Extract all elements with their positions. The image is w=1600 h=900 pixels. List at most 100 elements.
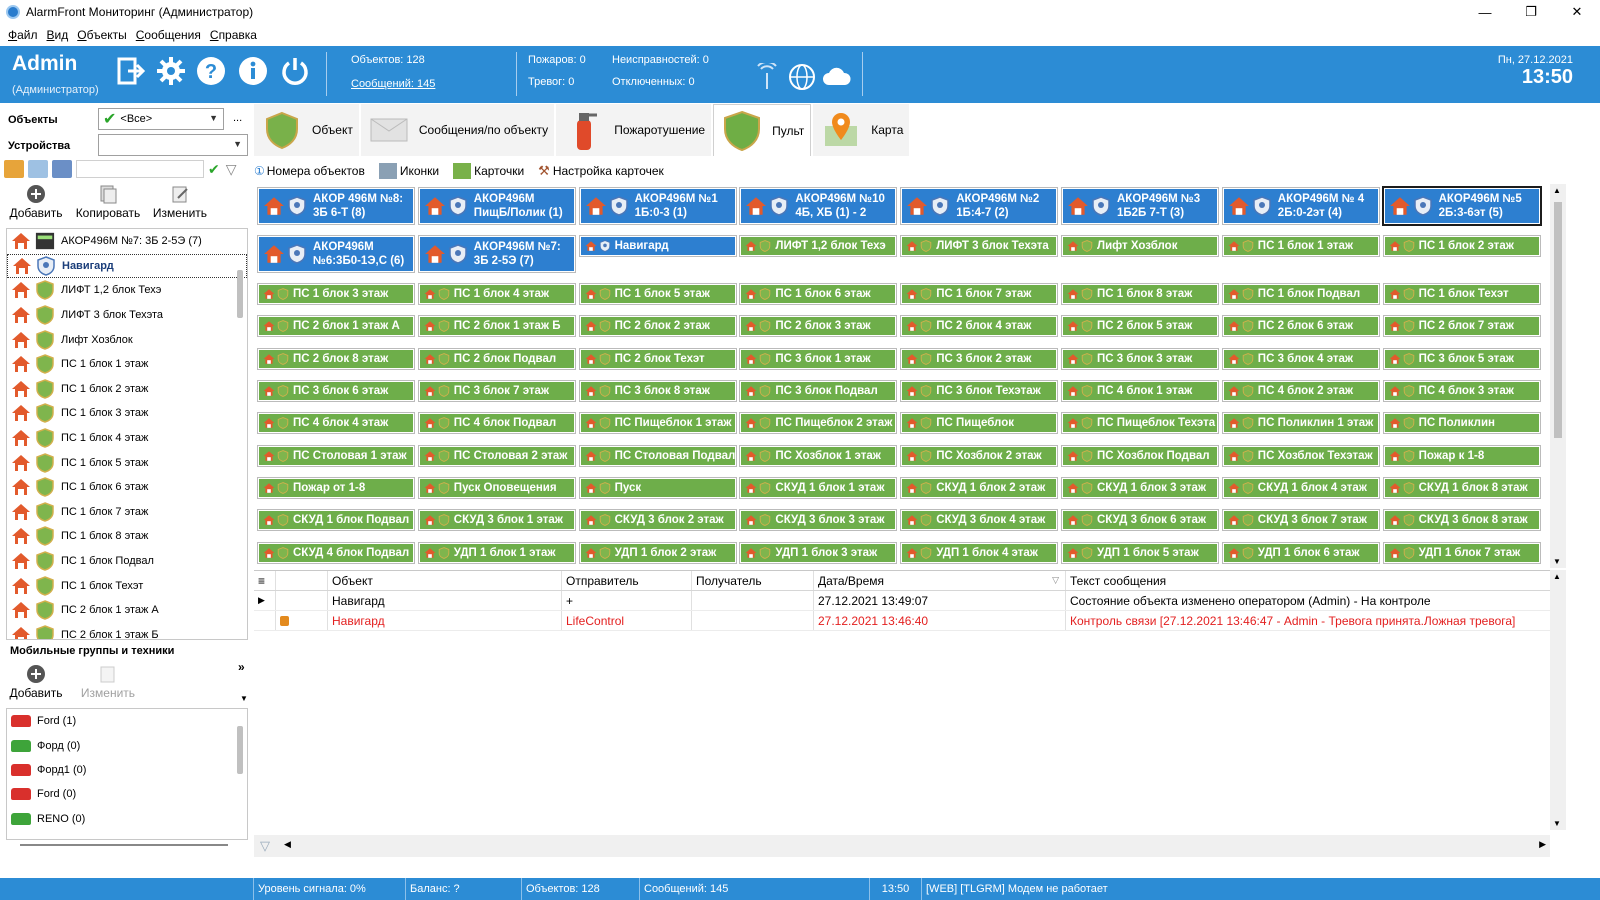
close-button[interactable]: ✕ <box>1554 0 1600 24</box>
object-card[interactable]: СКУД 3 блок 6 этаж <box>1062 510 1218 530</box>
object-card[interactable]: ПС Хозблок Подвал <box>1062 446 1218 466</box>
log-col-text[interactable]: Текст сообщения <box>1066 571 1546 590</box>
maximize-button[interactable]: ❐ <box>1508 0 1554 24</box>
object-card[interactable]: ПС 4 блок 3 этаж <box>1383 381 1540 401</box>
menu-help[interactable]: Справка <box>210 28 257 42</box>
scroll-up-icon[interactable]: ▲ <box>1553 572 1561 581</box>
scroll-right-icon[interactable]: ▶ <box>1539 839 1546 850</box>
log-col-sender[interactable]: Отправитель <box>562 571 692 590</box>
subtab-object-numbers[interactable]: ① Номера объектов <box>254 164 365 178</box>
object-card[interactable]: ПС 1 блок 6 этаж <box>740 284 897 304</box>
object-card[interactable]: ПС Поликлин <box>1383 413 1540 433</box>
log-col-receiver[interactable]: Получатель <box>692 571 814 590</box>
object-card[interactable]: ПС Пищеблок Техэта <box>1062 413 1218 433</box>
object-card[interactable]: СКУД 1 блок 2 этаж <box>901 478 1058 498</box>
object-card[interactable]: ПС 1 блок 4 этаж <box>418 284 575 304</box>
add-mobile-button[interactable]: Добавить <box>0 664 72 700</box>
object-card[interactable]: СКУД 3 блок 8 этаж <box>1383 510 1540 530</box>
tree-item[interactable]: ПС 1 блок 4 этаж <box>7 426 247 451</box>
object-card[interactable]: СКУД 1 блок 3 этаж <box>1062 478 1218 498</box>
tree-item[interactable]: ПС 1 блок 5 этаж <box>7 450 247 475</box>
object-card[interactable]: ПС 4 блок 1 этаж <box>1062 381 1218 401</box>
object-card[interactable]: ПС 1 блок 7 этаж <box>901 284 1058 304</box>
object-card[interactable]: ПС 2 блок 6 этаж <box>1222 316 1379 336</box>
object-card[interactable]: ПС 3 блок 3 этаж <box>1062 349 1218 369</box>
info-icon[interactable] <box>236 54 270 88</box>
tree-item[interactable]: ПС 1 блок 8 этаж <box>7 524 247 549</box>
object-card[interactable]: ПС 2 блок 2 этаж <box>579 316 736 336</box>
device-filter-icon[interactable] <box>28 160 48 178</box>
menu-objects[interactable]: Объекты <box>77 28 127 42</box>
object-card[interactable]: ПС 3 блок Техэтаж <box>901 381 1058 401</box>
object-card[interactable]: СКУД 3 блок 2 этаж <box>579 510 736 530</box>
tree-item[interactable]: ЛИФТ 3 блок Техэта <box>7 303 247 328</box>
log-scrollbar[interactable]: ▲ ▼ <box>1550 570 1566 830</box>
object-card[interactable]: ПС 2 блок 3 этаж <box>740 316 897 336</box>
object-card[interactable]: УДП 1 блок 3 этаж <box>740 543 897 563</box>
object-card[interactable]: УДП 1 блок 2 этаж <box>579 543 736 563</box>
copy-object-button[interactable]: Копировать <box>72 184 144 220</box>
menu-view[interactable]: Вид <box>47 28 69 42</box>
menu-messages[interactable]: Сообщения <box>136 28 201 42</box>
object-card[interactable]: ЛИФТ 1,2 блок Техэ <box>740 236 897 256</box>
settings-gear-icon[interactable] <box>154 54 188 88</box>
subtab-card-settings[interactable]: ⚒ Настройка карточек <box>538 163 664 179</box>
object-card[interactable]: Пуск <box>579 478 736 498</box>
mobile-group-item[interactable]: Форд (0) <box>7 733 247 757</box>
object-card[interactable]: АКОР 496М №8: 3Б 6-Т (8) <box>258 188 414 224</box>
object-card[interactable]: ПС Столовая Подвал <box>579 446 736 466</box>
object-card[interactable]: ПС 2 блок 1 этаж А <box>258 316 414 336</box>
fire-filter-icon[interactable] <box>4 160 24 178</box>
object-card[interactable]: ПС 3 блок 5 этаж <box>1383 349 1540 369</box>
object-card[interactable]: Пожар от 1-8 <box>258 478 414 498</box>
objects-filter-select[interactable]: ✔ <Все> ▼ <box>98 108 224 130</box>
mobile-group-item[interactable]: Ford (1) <box>7 709 247 733</box>
object-card[interactable]: СКУД 1 блок 8 этаж <box>1383 478 1540 498</box>
apply-check-icon[interactable]: ✔ <box>208 161 220 178</box>
cards-scrollbar[interactable]: ▲ ▼ <box>1550 184 1566 568</box>
dropdown-arrow-icon[interactable]: ▼ <box>240 694 248 703</box>
scroll-down-icon[interactable]: ▼ <box>1553 819 1561 828</box>
object-card[interactable]: СКУД 1 блок 4 этаж <box>1222 478 1379 498</box>
object-card[interactable]: ПС 4 блок Подвал <box>418 413 575 433</box>
object-card[interactable]: АКОР496М № 4 2Б:0-2эт (4) <box>1222 188 1379 224</box>
log-row[interactable]: Навигард LifeControl 27.12.2021 13:46:40 Ко… <box>254 611 1566 631</box>
tree-item[interactable]: Лифт Хозблок <box>7 327 247 352</box>
object-card[interactable]: СКУД 3 блок 7 этаж <box>1222 510 1379 530</box>
tree-item[interactable]: АКОР496М №7: 3Б 2-5Э (7) <box>7 229 247 254</box>
object-card[interactable]: Пуск Оповещения <box>418 478 575 498</box>
tree-item[interactable]: ПС 1 блок Подвал <box>7 549 247 574</box>
scroll-left-icon[interactable]: ◀ <box>284 839 291 850</box>
funnel-filter-icon[interactable]: ▽ <box>226 161 237 178</box>
tab-messages[interactable]: Сообщения/по объекту <box>360 104 555 156</box>
object-card[interactable]: Навигард <box>579 236 736 256</box>
tree-search-input[interactable] <box>76 160 204 178</box>
tab-object[interactable]: Объект <box>254 104 359 156</box>
object-card[interactable]: АКОР496М №2 1Б:4-7 (2) <box>901 188 1058 224</box>
object-card[interactable]: АКОР496М №3 1Б2Б 7-Т (3) <box>1062 188 1218 224</box>
object-card[interactable]: ПС Поликлин 1 этаж <box>1222 413 1379 433</box>
object-card[interactable]: АКОР496М №7: 3Б 2-5Э (7) <box>418 236 575 272</box>
object-card[interactable]: ЛИФТ 3 блок Техэта <box>901 236 1058 256</box>
tree-item[interactable]: ПС 1 блок 6 этаж <box>7 475 247 500</box>
subtab-cards[interactable]: Карточки <box>453 163 524 179</box>
objects-filter-more-button[interactable]: ... <box>233 112 242 124</box>
object-card[interactable]: СКУД 3 блок 3 этаж <box>740 510 897 530</box>
minimize-button[interactable]: — <box>1462 0 1508 24</box>
object-card[interactable]: ПС 1 блок 1 этаж <box>1222 236 1379 256</box>
object-card[interactable]: ПС 3 блок 8 этаж <box>579 381 736 401</box>
object-card[interactable]: СКУД 3 блок 1 этаж <box>418 510 575 530</box>
tree-scrollbar[interactable] <box>237 270 243 318</box>
log-menu-icon[interactable]: ≡ <box>254 571 276 590</box>
scroll-down-icon[interactable]: ▼ <box>1553 557 1561 566</box>
log-row[interactable]: ▶ Навигард +27.12.2021 13:49:07 Состояние о… <box>254 591 1566 611</box>
tree-item[interactable]: ЛИФТ 1,2 блок Техэ <box>7 278 247 303</box>
object-card[interactable]: АКОР496М №10 4Б, ХБ (1) - 2 <box>740 188 897 224</box>
object-card[interactable]: ПС Пищеблок 1 этаж <box>579 413 736 433</box>
object-card[interactable]: ПС Хозблок 2 этаж <box>901 446 1058 466</box>
object-card[interactable]: ПС 1 блок 2 этаж <box>1383 236 1540 256</box>
object-card[interactable]: ПС 2 блок Подвал <box>418 349 575 369</box>
mobile-hscrollbar[interactable] <box>20 844 228 846</box>
object-card[interactable]: УДП 1 блок 4 этаж <box>901 543 1058 563</box>
log-col-object[interactable]: Объект <box>328 571 562 590</box>
